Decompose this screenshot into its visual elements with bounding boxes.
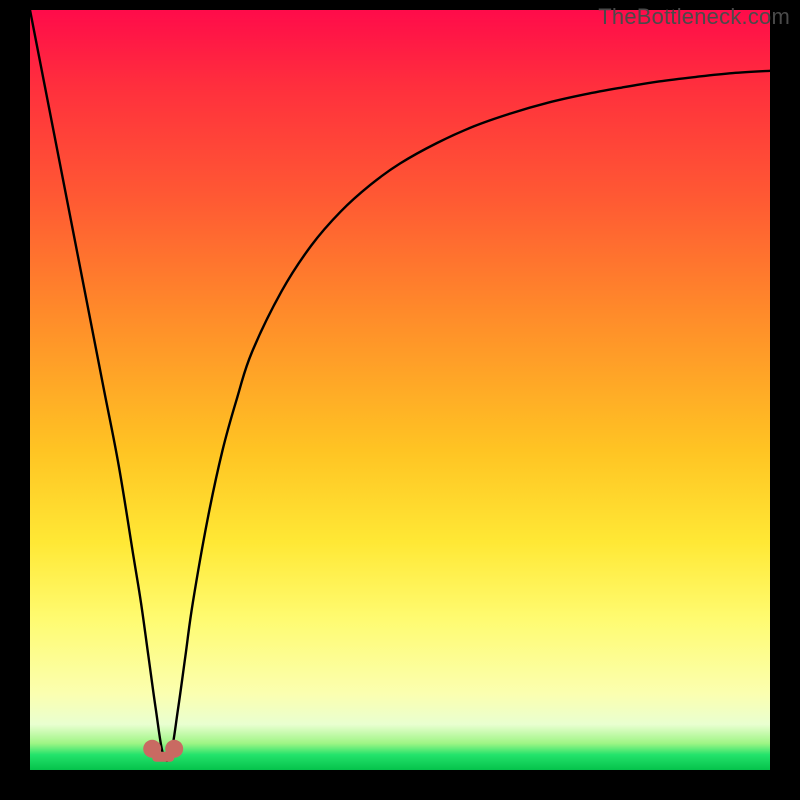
bottleneck-curve (30, 10, 770, 761)
chart-frame (30, 10, 770, 770)
bottleneck-curve-svg (30, 10, 770, 770)
